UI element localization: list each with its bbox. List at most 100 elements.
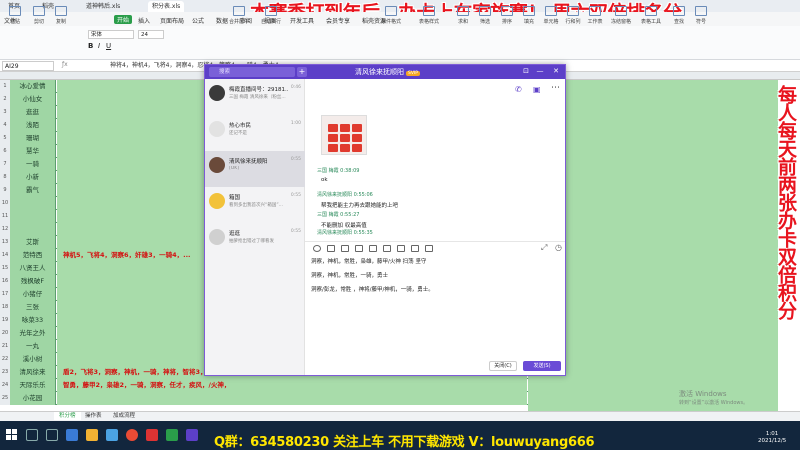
wrap-text-button[interactable]: 自动换行 — [260, 6, 282, 25]
conversation-item[interactable]: 梅霞直播间号：29181... 三国 梅霞 清风徐来（粉丝... 0:46 — [205, 79, 305, 115]
row-col-button[interactable]: 行和列 — [562, 6, 584, 25]
chrome-icon[interactable] — [126, 429, 138, 441]
menu-formula[interactable]: 公式 — [192, 16, 204, 25]
row-number[interactable]: 7 — [0, 158, 10, 171]
merge-center-button[interactable]: 合并居中 — [228, 6, 250, 25]
conversation-item[interactable]: 清风徐来抚顺阳 [OK] 0:55 — [205, 151, 305, 187]
table-style-button[interactable]: 表格样式 — [418, 6, 440, 25]
red-packet-icon[interactable] — [397, 245, 405, 252]
row-number[interactable]: 22 — [0, 353, 10, 366]
skills-cell[interactable] — [57, 392, 527, 405]
chat-input-box[interactable]: 洞察，神机，常胜，枭雄，藤甲/火神 扫荡 坚守 洞察，神机，常胜，一骑，勇士 洞… — [305, 255, 565, 375]
row-number[interactable]: 17 — [0, 288, 10, 301]
more-tools-icon[interactable] — [425, 245, 433, 252]
message-text[interactable]: 帮我把能主力再去跟她能的上吧 — [321, 201, 398, 209]
scissors-icon[interactable] — [341, 245, 349, 252]
name-box[interactable]: AI29 — [2, 61, 54, 71]
close-icon[interactable]: ✕ — [551, 67, 561, 75]
menu-data[interactable]: 数据 — [216, 16, 228, 25]
player-name-cell[interactable]: 浅陌 — [10, 119, 56, 132]
sheet-tab-bonus[interactable]: 加成流程 — [108, 412, 140, 420]
player-name-cell[interactable]: 八贤王人 — [10, 262, 56, 275]
row-number[interactable]: 4 — [0, 119, 10, 132]
player-name-cell[interactable]: 慧华 — [10, 145, 56, 158]
music-icon[interactable] — [383, 245, 391, 252]
emoji-icon[interactable] — [313, 245, 321, 252]
player-name-cell[interactable]: 咏菜33 — [10, 314, 56, 327]
search-icon[interactable] — [26, 429, 38, 441]
player-name-cell[interactable]: 小新 — [10, 171, 56, 184]
player-name-cell[interactable] — [10, 197, 56, 210]
row-number[interactable]: 18 — [0, 301, 10, 314]
expand-icon[interactable]: ⤢ — [541, 243, 547, 253]
tab-file-2[interactable]: 积分表.xls — [148, 1, 185, 12]
symbol-button[interactable]: 符号 — [690, 6, 712, 25]
player-name-cell[interactable]: 霸气 — [10, 184, 56, 197]
chat-search-input[interactable]: 搜索 — [209, 67, 295, 77]
row-number[interactable]: 10 — [0, 197, 10, 210]
underline-icon[interactable]: U — [106, 42, 111, 50]
player-name-cell[interactable]: 小猪仔 — [10, 288, 56, 301]
conversation-item[interactable]: 逛逛 抽萝抢出错过了哪看发 0:55 — [205, 223, 305, 259]
row-number[interactable]: 12 — [0, 223, 10, 236]
menu-start[interactable]: 开始 — [114, 15, 133, 24]
row-number[interactable]: 1 — [0, 80, 10, 93]
video-icon[interactable]: ▣ — [533, 85, 541, 94]
table-row[interactable]: 25 小花园 — [0, 392, 528, 405]
player-name-cell[interactable]: 范特西 — [10, 249, 56, 262]
menu-insert[interactable]: 插入 — [138, 16, 150, 25]
sort-button[interactable]: 排序 — [496, 6, 518, 25]
row-number[interactable]: 21 — [0, 340, 10, 353]
find-button[interactable]: 查找 — [668, 6, 690, 25]
cut-button[interactable]: 剪切 — [28, 6, 50, 25]
screenshot-icon[interactable] — [327, 245, 335, 252]
conditional-format-button[interactable]: 条件格式 — [380, 6, 402, 25]
player-name-cell[interactable]: 艾斯 — [10, 236, 56, 249]
task-view-icon[interactable] — [46, 429, 58, 441]
player-name-cell[interactable]: 小仙女 — [10, 93, 56, 106]
folder-icon[interactable] — [355, 245, 363, 252]
table-row[interactable]: 24 天际乐乐 智勇，藤甲2，枭雄2，一骑，洞察，任才，疾风，/火神， — [0, 379, 528, 392]
player-name-cell[interactable] — [10, 223, 56, 236]
wps-icon[interactable] — [146, 429, 158, 441]
screenshot-message-image[interactable] — [321, 115, 367, 155]
menu-developer[interactable]: 开发工具 — [290, 16, 314, 25]
player-name-cell[interactable]: 光年之外 — [10, 327, 56, 340]
player-name-cell[interactable]: 逛逛 — [10, 106, 56, 119]
row-number[interactable]: 16 — [0, 275, 10, 288]
player-name-cell[interactable]: 天际乐乐 — [10, 379, 56, 392]
skills-cell[interactable]: 智勇，藤甲2，枭雄2，一骑，洞察，任才，疾风，/火神， — [57, 379, 527, 392]
row-number[interactable]: 3 — [0, 106, 10, 119]
chat-app-icon[interactable] — [186, 429, 198, 441]
chat-add-button[interactable]: + — [297, 67, 307, 77]
copy-button[interactable]: 复制 — [50, 6, 72, 25]
send-button[interactable]: 发送(S) — [523, 361, 561, 371]
conversation-item[interactable]: 箱国 看到多出我首次兴“箱国”... 0:55 — [205, 187, 305, 223]
player-name-cell[interactable]: 珊瑚 — [10, 132, 56, 145]
conversation-item[interactable]: 热心市民 还记不是 1:00 — [205, 115, 305, 151]
minimize-icon[interactable]: — — [535, 67, 545, 75]
message-text[interactable]: 不能删加 収最高值 — [321, 221, 367, 229]
phone-icon[interactable]: ✆ — [515, 85, 522, 94]
wps-sheet-icon[interactable] — [166, 429, 178, 441]
pin-icon[interactable]: ⊡ — [521, 67, 531, 75]
close-button[interactable]: 关闭(C) — [489, 361, 517, 371]
image-icon[interactable] — [369, 245, 377, 252]
row-number[interactable]: 25 — [0, 392, 10, 405]
row-number[interactable]: 24 — [0, 379, 10, 392]
fx-icon[interactable]: ƒx — [62, 61, 68, 68]
row-number[interactable]: 13 — [0, 236, 10, 249]
font-size-select[interactable]: 24 — [138, 30, 164, 39]
row-number[interactable]: 20 — [0, 327, 10, 340]
bold-icon[interactable]: B — [88, 42, 93, 50]
menu-vip[interactable]: 会员专享 — [326, 16, 350, 25]
row-number[interactable]: 11 — [0, 210, 10, 223]
sum-button[interactable]: 求和 — [452, 6, 474, 25]
row-number[interactable]: 8 — [0, 171, 10, 184]
italic-icon[interactable]: I — [98, 42, 100, 50]
table-tools-button[interactable]: 表格工具 — [640, 6, 662, 25]
file-icon[interactable] — [411, 245, 419, 252]
row-number[interactable]: 15 — [0, 262, 10, 275]
player-name-cell[interactable]: 清风徐来 — [10, 366, 56, 379]
row-number[interactable]: 14 — [0, 249, 10, 262]
